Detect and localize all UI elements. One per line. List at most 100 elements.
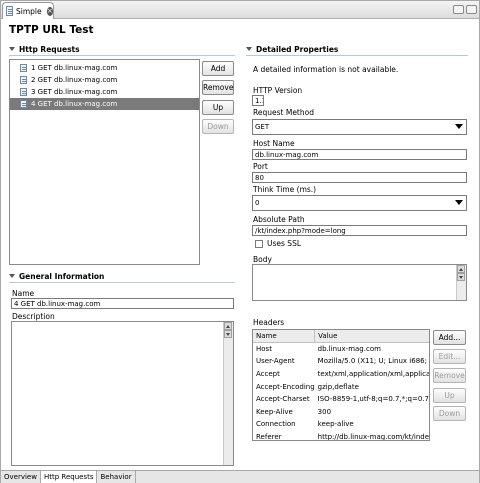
- collapse-twistie-icon[interactable]: [9, 46, 16, 53]
- uses-ssl-checkbox-row[interactable]: Uses SSL: [255, 239, 301, 248]
- section-divider: [9, 55, 235, 56]
- table-row[interactable]: Accept text/xml,application/xml,applicati…: [253, 368, 429, 381]
- header-name-cell: Connection: [256, 420, 296, 429]
- headers-label: Headers: [253, 318, 285, 327]
- editor-tab-bar: Simple ×: [1, 1, 479, 19]
- header-name-cell: Host: [256, 345, 272, 354]
- page-tabs: Overview Http Requests Behavior: [1, 470, 479, 483]
- editor-window: Simple × TPTP URL Test Http Requests 1 G…: [0, 0, 480, 483]
- request-item-label: 3 GET db.linux-mag.com: [31, 88, 118, 96]
- general-information-title: General Information: [19, 272, 105, 281]
- move-header-down-button[interactable]: Down: [433, 406, 466, 421]
- request-icon: [20, 100, 27, 108]
- request-item[interactable]: 4 GET db.linux-mag.com: [10, 98, 199, 110]
- table-row[interactable]: User-Agent Mozilla/5.0 (X11; U; Linux i68…: [253, 355, 429, 368]
- scroll-up-icon[interactable]: [457, 265, 465, 273]
- uses-ssl-label: Uses SSL: [267, 239, 302, 248]
- host-name-label: Host Name: [253, 139, 295, 148]
- name-field[interactable]: 4 GET db.linux-mag.com: [11, 298, 234, 309]
- add-request-button[interactable]: Add: [202, 61, 234, 76]
- edit-header-button[interactable]: Edit...: [433, 349, 466, 364]
- headers-table[interactable]: Name Value Host db.linux-mag.com User-Agen…: [252, 329, 430, 441]
- remove-request-button[interactable]: Remove: [202, 80, 234, 95]
- header-value-cell: Mozilla/5.0 (X11; U; Linux i686; en-US: [317, 357, 429, 366]
- http-requests-title: Http Requests: [19, 45, 80, 54]
- general-information-section-header[interactable]: General Information: [9, 272, 104, 281]
- http-version-field[interactable]: 1.1: [252, 95, 264, 106]
- description-textarea[interactable]: [11, 321, 234, 466]
- port-label: Port: [253, 162, 268, 171]
- absolute-path-field[interactable]: /kt/index.php?mode=long: [252, 225, 467, 236]
- request-icon: [20, 64, 27, 72]
- table-row[interactable]: Keep-Alive 300: [253, 406, 429, 419]
- scroll-up-icon[interactable]: [224, 322, 232, 330]
- scroll-down-icon[interactable]: [224, 330, 232, 338]
- maximize-icon[interactable]: [466, 5, 477, 14]
- request-item-label: 1 GET db.linux-mag.com: [31, 64, 118, 72]
- column-header-name[interactable]: Name: [253, 330, 316, 344]
- requests-tree[interactable]: 1 GET db.linux-mag.com 2 GET db.linux-mag…: [9, 59, 200, 265]
- page-tab[interactable]: Behavior: [97, 471, 136, 483]
- document-icon: [6, 6, 13, 16]
- header-name-cell: Keep-Alive: [256, 407, 293, 416]
- column-header-value[interactable]: Value: [314, 330, 429, 344]
- section-divider: [9, 282, 235, 283]
- uses-ssl-checkbox[interactable]: [255, 239, 263, 248]
- http-version-label: HTTP Version: [253, 86, 303, 95]
- absolute-path-label: Absolute Path: [253, 215, 305, 224]
- header-value-cell: ISO-8859-1,utf-8;q=0.7,*;q=0.7: [317, 395, 429, 404]
- page-tab[interactable]: Overview: [1, 471, 41, 483]
- table-row[interactable]: Accept-Charset ISO-8859-1,utf-8;q=0.7,*;q…: [253, 393, 429, 406]
- request-item[interactable]: 2 GET db.linux-mag.com: [10, 74, 199, 86]
- header-value-cell: gzip,deflate: [317, 382, 359, 391]
- table-row[interactable]: Host db.linux-mag.com: [253, 343, 429, 356]
- move-header-up-button[interactable]: Up: [433, 388, 466, 403]
- body-textarea[interactable]: [252, 264, 467, 301]
- section-divider: [246, 55, 468, 56]
- move-request-up-button[interactable]: Up: [202, 100, 234, 115]
- collapse-twistie-icon[interactable]: [9, 273, 16, 280]
- body-label: Body: [253, 255, 272, 264]
- add-header-button[interactable]: Add...: [433, 330, 466, 345]
- http-requests-section-header[interactable]: Http Requests: [9, 45, 80, 54]
- header-value-cell: 300: [317, 407, 332, 416]
- collapse-twistie-icon[interactable]: [246, 46, 253, 53]
- detailed-properties-title: Detailed Properties: [256, 45, 339, 54]
- close-icon[interactable]: ×: [46, 6, 53, 16]
- header-name-cell: Accept-Encoding: [256, 382, 315, 391]
- vertical-scrollbar[interactable]: [223, 322, 233, 465]
- header-name-cell: User-Agent: [256, 357, 295, 366]
- editor-tab-simple[interactable]: Simple ×: [2, 2, 54, 19]
- host-name-field[interactable]: db.linux-mag.com: [252, 149, 467, 160]
- request-item[interactable]: 1 GET db.linux-mag.com: [10, 62, 199, 74]
- vertical-scrollbar[interactable]: [456, 265, 466, 300]
- editor-tab-label: Simple: [15, 6, 42, 16]
- request-method-label: Request Method: [253, 108, 314, 117]
- move-request-down-button[interactable]: Down: [202, 119, 234, 134]
- header-name-cell: Accept-Charset: [256, 395, 310, 404]
- minimize-icon[interactable]: [453, 5, 464, 14]
- table-row[interactable]: Accept-Encoding gzip,deflate: [253, 380, 429, 393]
- page-title: TPTP URL Test: [9, 24, 94, 36]
- request-method-select[interactable]: GET: [252, 119, 467, 135]
- chevron-down-icon[interactable]: [455, 200, 463, 205]
- request-icon: [20, 76, 27, 84]
- description-label: Description: [12, 312, 55, 321]
- think-time-label: Think Time (ms.): [253, 185, 317, 194]
- header-value-cell: text/xml,application/xml,application/xh: [317, 370, 429, 379]
- scroll-down-icon[interactable]: [457, 273, 465, 281]
- table-row[interactable]: Referer http://db.linux-mag.com/kt/index.…: [253, 431, 429, 441]
- chevron-down-icon[interactable]: [455, 124, 463, 129]
- name-label: Name: [12, 289, 35, 298]
- header-value-cell: http://db.linux-mag.com/kt/index.php: [317, 433, 429, 441]
- page-tab[interactable]: Http Requests: [40, 471, 98, 483]
- request-item-label: 2 GET db.linux-mag.com: [31, 76, 118, 84]
- think-time-value: 0: [255, 199, 260, 207]
- detail-info-text: A detailed information is not available.: [253, 65, 399, 74]
- table-row[interactable]: Connection keep-alive: [253, 418, 429, 431]
- remove-header-button[interactable]: Remove: [433, 368, 466, 383]
- request-item[interactable]: 3 GET db.linux-mag.com: [10, 86, 199, 98]
- think-time-select[interactable]: 0: [252, 195, 467, 211]
- detailed-properties-section-header[interactable]: Detailed Properties: [246, 45, 338, 54]
- port-field[interactable]: 80: [252, 172, 467, 183]
